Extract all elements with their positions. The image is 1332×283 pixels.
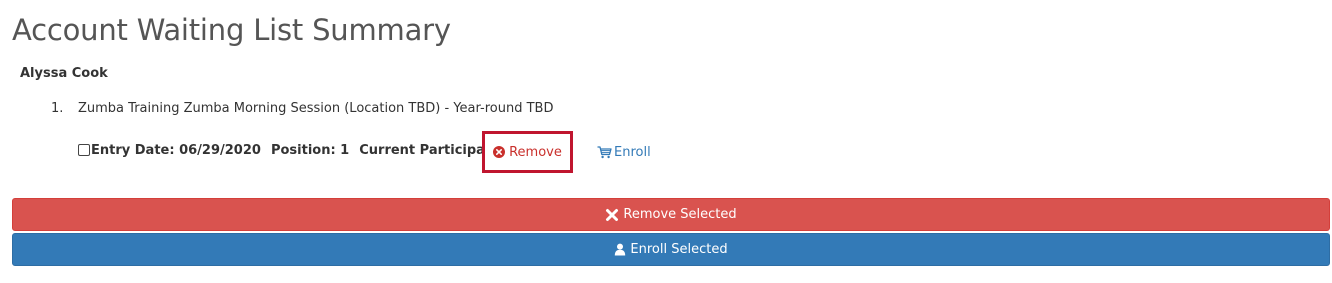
entry-position: Position: 1 xyxy=(270,143,350,158)
remove-button[interactable]: Remove xyxy=(482,131,573,173)
list-item: 1. Zumba Training Zumba Morning Session … xyxy=(51,101,553,116)
remove-selected-button[interactable]: Remove Selected xyxy=(12,198,1330,231)
select-entry-checkbox[interactable] xyxy=(78,143,90,156)
page-title: Account Waiting List Summary xyxy=(12,13,451,47)
enroll-selected-button[interactable]: Enroll Selected xyxy=(12,233,1330,266)
enroll-link[interactable]: Enroll xyxy=(597,145,651,160)
item-number: 1. xyxy=(51,101,64,116)
enroll-label: Enroll xyxy=(614,145,651,160)
entry-details: Entry Date: 06/29/2020 Position: 1 Curre… xyxy=(78,143,533,158)
item-title: Zumba Training Zumba Morning Session (Lo… xyxy=(78,101,554,116)
times-circle-icon xyxy=(493,146,506,158)
entry-date: Entry Date: 06/29/2020 xyxy=(91,143,261,158)
cart-icon xyxy=(597,146,612,159)
enroll-selected-label: Enroll Selected xyxy=(630,242,728,257)
remove-label: Remove xyxy=(509,144,562,160)
account-name: Alyssa Cook xyxy=(20,66,108,81)
times-icon xyxy=(605,208,619,222)
remove-selected-label: Remove Selected xyxy=(623,207,737,222)
user-icon xyxy=(614,243,626,256)
waitlist: 1. Zumba Training Zumba Morning Session … xyxy=(51,101,553,116)
